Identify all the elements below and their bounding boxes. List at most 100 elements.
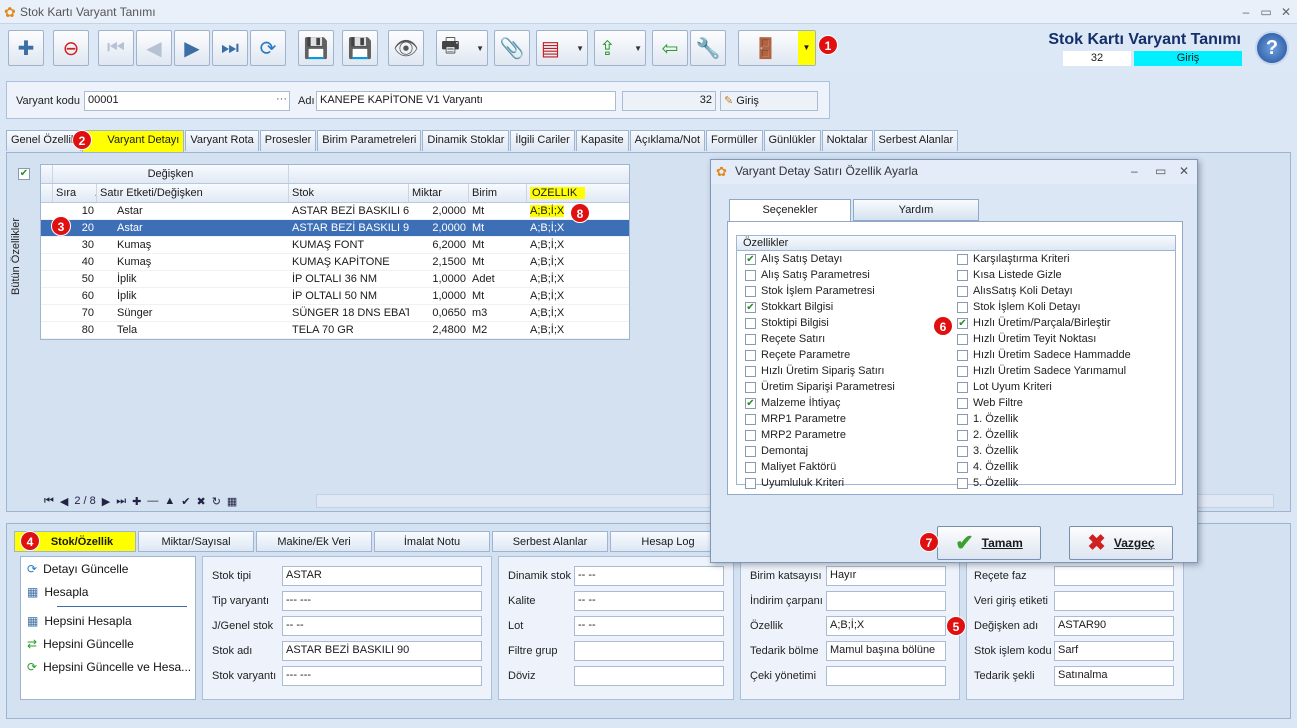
feature-checkbox-right-9[interactable]: Web Filtre: [957, 395, 1023, 411]
cell-miktar[interactable]: 1,0000: [409, 271, 469, 287]
feature-checkbox-left-12[interactable]: Demontaj: [745, 443, 808, 459]
cell-miktar[interactable]: 0,0650: [409, 305, 469, 321]
cell-ozellik[interactable]: A;B;İ;X: [527, 322, 627, 338]
table-row[interactable]: 80 Tela TELA 70 GR 2,4800 M2 A;B;İ;X: [41, 322, 629, 339]
cell-etiket[interactable]: Kumaş: [97, 237, 289, 253]
table-row[interactable]: 40 Kumaş KUMAŞ KAPİTONE 2,1500 Mt A;B;İ;X: [41, 254, 629, 271]
col-satir-etiketi[interactable]: Satır Etketi/Değişken: [97, 184, 289, 202]
row-indicator[interactable]: [41, 254, 53, 270]
checkbox-box[interactable]: [957, 253, 968, 265]
next-record-button[interactable]: ▶: [174, 30, 210, 66]
checkbox-box[interactable]: [745, 429, 756, 441]
col-stok[interactable]: Stok: [289, 184, 409, 202]
attach-button[interactable]: 📎: [494, 30, 530, 66]
feature-checkbox-left-2[interactable]: Stok İşlem Parametresi: [745, 283, 875, 299]
cell-ozellik[interactable]: A;B;İ;X: [527, 254, 627, 270]
cell-birim[interactable]: Mt: [469, 237, 527, 253]
cell-birim[interactable]: Mt: [469, 254, 527, 270]
row-indicator[interactable]: [41, 288, 53, 304]
cell-stok[interactable]: SÜNGER 18 DNS EBATLI: [289, 305, 409, 321]
checkbox-box[interactable]: [745, 269, 756, 281]
nav-post-icon[interactable]: ✔: [181, 495, 190, 508]
nav-filter-icon[interactable]: ▦: [227, 495, 237, 508]
recipe-input-1[interactable]: [1054, 591, 1174, 611]
checkbox-box[interactable]: [957, 365, 968, 377]
cell-etiket[interactable]: Astar: [97, 203, 289, 219]
tab-ilgili-cariler[interactable]: İlgili Cariler: [510, 130, 575, 151]
calculate-button[interactable]: ▦ Hesapla: [21, 580, 195, 603]
table-row[interactable]: 20 Astar ASTAR BEZİ BASKILI 90 2,0000 Mt A;B;…: [41, 220, 629, 237]
checkbox-box[interactable]: [745, 413, 756, 425]
tab-gunlukler[interactable]: Günlükler: [763, 130, 821, 151]
nav-edit-icon[interactable]: ▲: [164, 495, 175, 507]
recipe-input-3[interactable]: Sarf: [1054, 641, 1174, 661]
calculate-all-button[interactable]: ▦ Hepsini Hesapla: [21, 609, 195, 632]
delete-record-button[interactable]: ⊖: [53, 30, 89, 66]
btab-makine-ek-veri[interactable]: Makine/Ek Veri: [256, 531, 372, 552]
stock-input-4[interactable]: --- ---: [282, 666, 482, 686]
nav-last-icon[interactable]: ⏭: [116, 495, 126, 508]
cell-etiket[interactable]: Tela: [97, 322, 289, 338]
feature-checkbox-left-7[interactable]: Hızlı Üretim Sipariş Satırı: [745, 363, 884, 379]
col-sira[interactable]: Sıra ▲: [53, 184, 97, 202]
tab-aciklama-not[interactable]: Açıklama/Not: [629, 130, 706, 151]
checkbox-box[interactable]: [957, 269, 968, 281]
tab-noktalar[interactable]: Noktalar: [821, 130, 873, 151]
checkbox-box[interactable]: [957, 413, 968, 425]
cell-stok[interactable]: ASTAR BEZİ BASKILI 90: [289, 220, 409, 236]
feature-checkbox-right-14[interactable]: 5. Özellik: [957, 475, 1018, 491]
checkbox-box[interactable]: [745, 381, 756, 393]
checkbox-box[interactable]: [957, 445, 968, 457]
feature-checkbox-left-8[interactable]: Üretim Siparişi Parametresi: [745, 379, 895, 395]
feature-checkbox-right-1[interactable]: Kısa Listede Gizle: [957, 267, 1062, 283]
nav-first-icon[interactable]: ⏮: [44, 495, 54, 508]
feature-checkbox-left-1[interactable]: Alış Satış Parametresi: [745, 267, 870, 283]
tab-prosesler[interactable]: Prosesler: [259, 130, 317, 151]
exit-dropdown-arrow[interactable]: ▼: [798, 31, 815, 65]
cell-miktar[interactable]: 1,0000: [409, 288, 469, 304]
row-indicator[interactable]: [41, 237, 53, 253]
feature-checkbox-right-6[interactable]: Hızlı Üretim Sadece Hammadde: [957, 347, 1131, 363]
cell-ozellik[interactable]: A;B;İ;X: [527, 237, 627, 253]
row-indicator[interactable]: [41, 271, 53, 287]
cell-sira[interactable]: 50: [53, 271, 97, 287]
cell-stok[interactable]: KUMAŞ KAPİTONE: [289, 254, 409, 270]
checkbox-box[interactable]: [957, 333, 968, 345]
tab-birim-parametreleri[interactable]: Birim Parametreleri: [317, 130, 422, 151]
checkbox-box[interactable]: [745, 317, 756, 329]
cell-birim[interactable]: M2: [469, 322, 527, 338]
table-row[interactable]: 50 İplik İP OLTALI 36 NM 1,0000 Adet A;B;İ;X: [41, 271, 629, 288]
checkbox-box[interactable]: [957, 397, 968, 409]
cell-sira[interactable]: 30: [53, 237, 97, 253]
cell-stok[interactable]: TELA 70 GR: [289, 322, 409, 338]
maximize-icon[interactable]: ▭: [1258, 4, 1274, 20]
tab-varyant-detayi[interactable]: Varyant Detayı: [82, 130, 185, 152]
feature-checkbox-right-11[interactable]: 2. Özellik: [957, 427, 1018, 443]
col-miktar[interactable]: Miktar: [409, 184, 469, 202]
cell-sira[interactable]: 60: [53, 288, 97, 304]
first-record-button[interactable]: ⏮: [98, 30, 134, 66]
cell-birim[interactable]: m3: [469, 305, 527, 321]
table-row[interactable]: 70 Sünger SÜNGER 18 DNS EBATLI 0,0650 m3 A;B;…: [41, 305, 629, 322]
feature-checkbox-left-13[interactable]: Maliyet Faktörü: [745, 459, 836, 475]
dyn-input-0[interactable]: -- --: [574, 566, 724, 586]
update-all-button[interactable]: ⇄ Hepsini Güncelle: [21, 632, 195, 655]
feature-checkbox-right-5[interactable]: Hızlı Üretim Teyit Noktası: [957, 331, 1096, 347]
preview-button[interactable]: 👁: [388, 30, 424, 66]
cell-miktar[interactable]: 2,4800: [409, 322, 469, 338]
nav-refresh-icon[interactable]: ↻: [212, 495, 221, 508]
checkbox-box[interactable]: [957, 429, 968, 441]
minimize-icon[interactable]: –: [1238, 4, 1254, 20]
checkbox-box[interactable]: [745, 285, 756, 297]
checkbox-box[interactable]: [957, 381, 968, 393]
cell-sira[interactable]: 40: [53, 254, 97, 270]
dialog-tab-yardim[interactable]: Yardım: [853, 199, 979, 221]
cell-birim[interactable]: Adet: [469, 271, 527, 287]
checkbox-box[interactable]: [745, 477, 756, 489]
table-row[interactable]: 10 Astar ASTAR BEZİ BASKILI 65 2,0000 Mt A;B;…: [41, 203, 629, 220]
btab-hesap-log[interactable]: Hesap Log: [610, 531, 726, 552]
cell-miktar[interactable]: 2,1500: [409, 254, 469, 270]
close-icon[interactable]: ✕: [1278, 4, 1294, 20]
unit-input-3[interactable]: Mamul başına bölüne: [826, 641, 946, 661]
cell-stok[interactable]: ASTAR BEZİ BASKILI 65: [289, 203, 409, 219]
